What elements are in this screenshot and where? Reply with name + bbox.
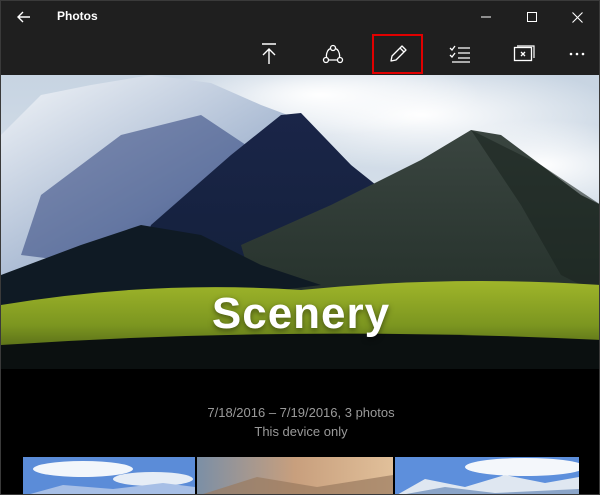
share-button[interactable] — [308, 33, 358, 75]
photo-thumbnail[interactable] — [23, 457, 195, 494]
back-button[interactable] — [7, 3, 41, 31]
album-info: 7/18/2016 – 7/19/2016, 3 photos This dev… — [1, 403, 599, 441]
maximize-button[interactable] — [509, 1, 555, 33]
share-upload-button[interactable] — [244, 33, 294, 75]
photos-window: Photos Scenery 7/18/2016 – 7/19/2016, 3 … — [0, 0, 600, 495]
photo-grid — [23, 457, 579, 494]
album-title: Scenery — [211, 289, 391, 338]
close-icon — [571, 11, 583, 23]
select-button[interactable] — [435, 33, 485, 75]
photo-thumbnail[interactable] — [197, 457, 393, 494]
minimize-button[interactable] — [463, 1, 509, 33]
share-icon — [322, 44, 344, 64]
app-title: Photos — [57, 9, 98, 23]
select-icon — [449, 45, 470, 63]
close-button[interactable] — [554, 1, 599, 33]
title-bar: Photos — [1, 1, 599, 33]
album-date-range: 7/18/2016 – 7/19/2016, 3 photos — [207, 405, 395, 420]
edit-pencil-icon — [389, 45, 407, 62]
share-upload-icon — [262, 43, 276, 64]
photo-thumbnail[interactable] — [395, 457, 579, 494]
more-button[interactable] — [552, 33, 599, 75]
maximize-icon — [527, 12, 537, 22]
minimize-icon — [481, 16, 491, 18]
edit-button[interactable] — [371, 33, 424, 75]
command-bar — [1, 33, 599, 75]
back-arrow-icon — [17, 11, 30, 23]
album-location: This device only — [254, 424, 348, 439]
more-icon — [569, 52, 585, 56]
slideshow-icon — [513, 45, 535, 62]
slideshow-button[interactable] — [499, 33, 549, 75]
